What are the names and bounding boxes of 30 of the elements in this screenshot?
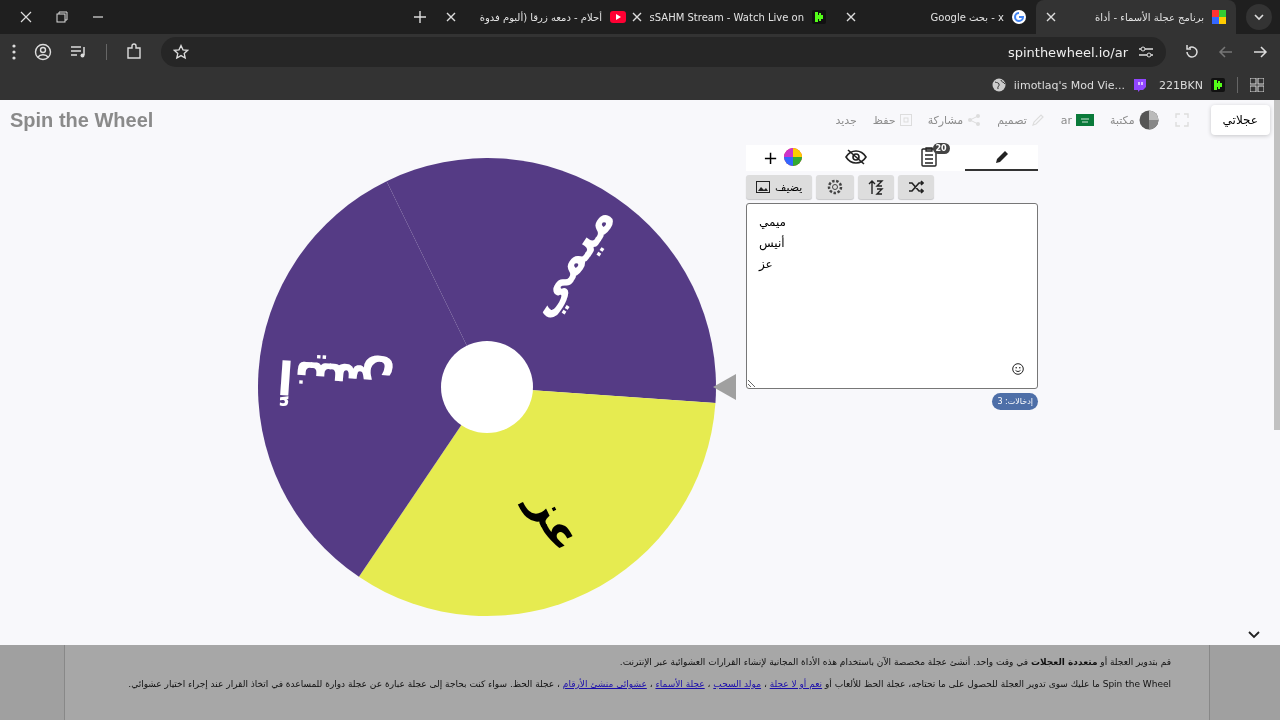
- description-link[interactable]: مولد السحب: [713, 679, 762, 689]
- description-text: قم بتدوير العجلة أو متعددة العجلات في وقت واحد. أنشئ عجلة مخصصة الآن باستخدام هذه الأداة المجانية لإنشاء القرارات العشوائية عبر الإنترنت.: [619, 657, 1171, 667]
- slice-label: عز: [518, 482, 594, 561]
- description-text: ،: [707, 679, 711, 689]
- slice-label: أنيس: [275, 348, 397, 411]
- tab-title: برنامج عجلة الأسماء - أداة: [1094, 11, 1204, 23]
- browser-tab[interactable]: أحلام - دمعه زرقا (ألبوم فدوة: [436, 0, 636, 34]
- results-tab[interactable]: 20: [892, 145, 965, 171]
- tab-title: sSAHM Stream - Watch Live on: [649, 11, 804, 23]
- slice-label: ميمي: [511, 193, 626, 327]
- browser-tab[interactable]: برنامج عجلة الأسماء - أداة: [1036, 0, 1236, 34]
- browser-tab[interactable]: x - بحث Google: [836, 0, 1036, 34]
- image-button[interactable]: يضيف: [746, 175, 813, 199]
- description-link[interactable]: نعم أو لا عجلة: [769, 679, 823, 689]
- entries-field[interactable]: ميمي أنيس عز: [746, 203, 1038, 389]
- address-bar[interactable]: spinthewheel.io/ar: [161, 37, 1166, 67]
- description-text: ،: [763, 679, 767, 689]
- tab-title: x - بحث Google: [929, 11, 1004, 23]
- description-text: ،: [649, 679, 653, 689]
- browser-tab[interactable]: sSAHM Stream - Watch Live on: [636, 0, 836, 34]
- description-link[interactable]: عشوائي منشئ الأرقام: [562, 679, 647, 689]
- description-text: ، عجلة الحظ. سواء كنت بحاجة إلى عجلة عبارة عن عجلة دوارة للمساعدة في اتخاذ القرار عند إجراء اختيار عشوائي.: [128, 679, 560, 689]
- tab-title: أحلام - دمعه زرقا (ألبوم فدوة: [478, 11, 602, 23]
- description-link[interactable]: عجلة الأسماء: [655, 679, 705, 689]
- description-text: Spin the Wheel ما عليك سوى تدوير العجلة للحصول على ما تحتاجه، عجلة الحظ للألعاب أو: [824, 679, 1171, 689]
- my-wheels-button[interactable]: عجلاتي: [1210, 105, 1270, 135]
- count-badge: 20: [932, 143, 950, 154]
- entries-count-badge: إدخالات: 3: [992, 393, 1038, 410]
- bookmark[interactable]: 221BKN: [1159, 78, 1225, 92]
- bookmark[interactable]: iimotlaq's Mod Vie...: [991, 78, 1147, 92]
